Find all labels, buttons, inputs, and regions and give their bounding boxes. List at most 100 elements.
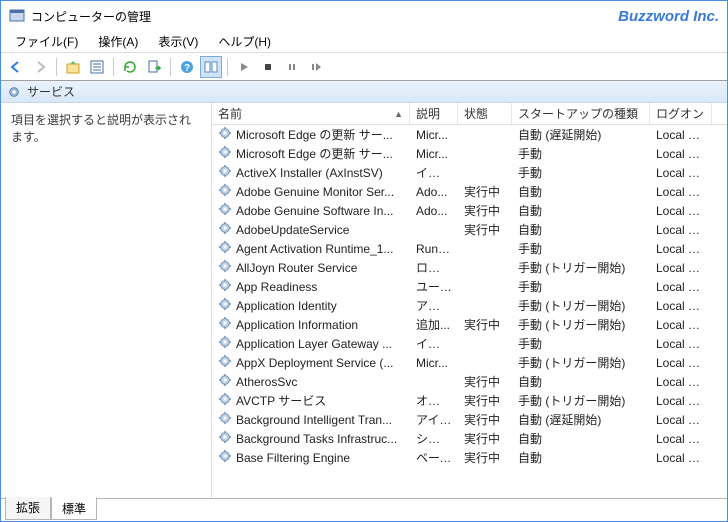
up-button[interactable] bbox=[62, 56, 84, 78]
service-startup: 自動 bbox=[512, 449, 650, 466]
column-options-button[interactable] bbox=[200, 56, 222, 78]
titlebar: コンピューターの管理 Buzzword Inc. bbox=[1, 1, 727, 31]
col-desc[interactable]: 説明 bbox=[410, 103, 458, 124]
service-row[interactable]: AdobeUpdateService実行中自動Local S... bbox=[212, 220, 727, 239]
menu-help[interactable]: ヘルプ(H) bbox=[210, 31, 279, 52]
service-row[interactable]: Microsoft Edge の更新 サー...Micr...自動 (遅延開始)… bbox=[212, 125, 727, 144]
service-desc: アイド... bbox=[410, 411, 458, 428]
menu-view[interactable]: 表示(V) bbox=[150, 31, 206, 52]
service-row[interactable]: AppX Deployment Service (...Micr...手動 (ト… bbox=[212, 353, 727, 372]
pause-button[interactable] bbox=[281, 56, 303, 78]
service-logon: Local S... bbox=[650, 337, 712, 351]
service-name: Microsoft Edge の更新 サー... bbox=[236, 126, 393, 143]
service-row[interactable]: AtherosSvc実行中自動Local S... bbox=[212, 372, 727, 391]
service-startup: 手動 (トリガー開始) bbox=[512, 297, 650, 314]
service-list-pane: 名前▲ 説明 状態 スタートアップの種類 ログオン Microsoft Edge… bbox=[211, 103, 727, 498]
service-desc: Micr... bbox=[410, 147, 458, 161]
svg-text:?: ? bbox=[184, 63, 190, 74]
menu-action[interactable]: 操作(A) bbox=[90, 31, 146, 52]
description-placeholder: 項目を選択すると説明が表示されます。 bbox=[11, 113, 191, 144]
service-row[interactable]: ActiveX Installer (AxInstSV)インタ...手動Loca… bbox=[212, 163, 727, 182]
service-logon: Local S... bbox=[650, 128, 712, 142]
service-row[interactable]: Background Intelligent Tran...アイド...実行中自… bbox=[212, 410, 727, 429]
service-desc: Ado... bbox=[410, 185, 458, 199]
service-gear-icon bbox=[218, 202, 232, 219]
service-logon: Local S... bbox=[650, 318, 712, 332]
service-logon: Local S... bbox=[650, 280, 712, 294]
service-row[interactable]: Agent Activation Runtime_1...Runti...手動L… bbox=[212, 239, 727, 258]
export-button[interactable] bbox=[143, 56, 165, 78]
back-button[interactable] bbox=[5, 56, 27, 78]
properties-button[interactable] bbox=[86, 56, 108, 78]
service-state: 実行中 bbox=[458, 392, 512, 409]
service-gear-icon bbox=[218, 316, 232, 333]
col-startup[interactable]: スタートアップの種類 bbox=[512, 103, 650, 124]
service-row[interactable]: Application Identityアプリ...手動 (トリガー開始)Loc… bbox=[212, 296, 727, 315]
service-row[interactable]: AVCTP サービスオーデ...実行中手動 (トリガー開始)Local S... bbox=[212, 391, 727, 410]
service-desc: アプリ... bbox=[410, 297, 458, 314]
service-row[interactable]: Background Tasks Infrastruc...システ...実行中自… bbox=[212, 429, 727, 448]
service-row[interactable]: Application Information追加...実行中手動 (トリガー開… bbox=[212, 315, 727, 334]
service-row[interactable]: Application Layer Gateway ...インタ...手動Loc… bbox=[212, 334, 727, 353]
service-logon: Local S... bbox=[650, 242, 712, 256]
service-gear-icon bbox=[218, 259, 232, 276]
tab-extended[interactable]: 拡張 bbox=[5, 497, 51, 520]
col-logon[interactable]: ログオン bbox=[650, 103, 712, 124]
forward-button[interactable] bbox=[29, 56, 51, 78]
service-logon: Local S... bbox=[650, 147, 712, 161]
service-startup: 手動 bbox=[512, 145, 650, 162]
service-logon: Local S... bbox=[650, 185, 712, 199]
service-gear-icon bbox=[218, 392, 232, 409]
service-startup: 自動 bbox=[512, 183, 650, 200]
service-state: 実行中 bbox=[458, 449, 512, 466]
service-logon: Local S... bbox=[650, 451, 712, 465]
service-desc: インタ... bbox=[410, 164, 458, 181]
service-rows: Microsoft Edge の更新 サー... Micr... 自動 (遅延開始)… bbox=[212, 125, 727, 498]
service-state: 実行中 bbox=[458, 202, 512, 219]
service-gear-icon bbox=[218, 297, 232, 314]
service-name: Application Layer Gateway ... bbox=[236, 337, 392, 351]
service-logon: Local S... bbox=[650, 356, 712, 370]
service-row[interactable]: Adobe Genuine Monitor Ser...Ado...実行中自動L… bbox=[212, 182, 727, 201]
service-row[interactable]: App Readinessユーザ...手動Local S... bbox=[212, 277, 727, 296]
restart-button[interactable] bbox=[305, 56, 327, 78]
service-logon: Local S... bbox=[650, 166, 712, 180]
service-row[interactable]: Adobe Genuine Software In...Ado...実行中自動L… bbox=[212, 201, 727, 220]
menubar: ファイル(F) 操作(A) 表示(V) ヘルプ(H) bbox=[1, 31, 727, 53]
service-name: Background Tasks Infrastruc... bbox=[236, 432, 397, 446]
stop-button[interactable] bbox=[257, 56, 279, 78]
gear-icon bbox=[7, 85, 21, 99]
service-logon: Local S... bbox=[650, 204, 712, 218]
service-gear-icon bbox=[218, 411, 232, 428]
col-state[interactable]: 状態 bbox=[458, 103, 512, 124]
service-gear-icon bbox=[218, 354, 232, 371]
service-startup: 自動 (遅延開始) bbox=[512, 411, 650, 428]
tab-standard[interactable]: 標準 bbox=[51, 497, 97, 520]
service-name: AtherosSvc bbox=[236, 375, 297, 389]
service-row[interactable]: Microsoft Edge の更新 サー... Micr... 手動Local S… bbox=[212, 144, 727, 163]
service-startup: 手動 bbox=[512, 335, 650, 352]
refresh-button[interactable] bbox=[119, 56, 141, 78]
service-startup: 手動 (トリガー開始) bbox=[512, 354, 650, 371]
service-name: Application Information bbox=[236, 318, 358, 332]
separator bbox=[170, 58, 171, 76]
menu-file[interactable]: ファイル(F) bbox=[7, 31, 86, 52]
tab-strip: 拡張 標準 bbox=[1, 498, 727, 521]
service-gear-icon bbox=[218, 183, 232, 200]
col-name[interactable]: 名前▲ bbox=[212, 103, 410, 124]
service-startup: 手動 bbox=[512, 240, 650, 257]
service-name: Microsoft Edge の更新 サー... bbox=[236, 145, 393, 162]
service-name: AVCTP サービス bbox=[236, 392, 326, 409]
play-button[interactable] bbox=[233, 56, 255, 78]
help-button[interactable]: ? bbox=[176, 56, 198, 78]
service-gear-icon bbox=[218, 145, 232, 162]
service-gear-icon bbox=[218, 164, 232, 181]
service-startup: 手動 (トリガー開始) bbox=[512, 259, 650, 276]
service-state: 実行中 bbox=[458, 316, 512, 333]
service-gear-icon bbox=[218, 430, 232, 447]
service-desc: システ... bbox=[410, 430, 458, 447]
app-icon bbox=[9, 8, 25, 24]
service-name: Agent Activation Runtime_1... bbox=[236, 242, 393, 256]
service-row[interactable]: AllJoyn Router Serviceローカ...手動 (トリガー開始)L… bbox=[212, 258, 727, 277]
service-row[interactable]: Base Filtering Engineベース...実行中自動Local S.… bbox=[212, 448, 727, 467]
